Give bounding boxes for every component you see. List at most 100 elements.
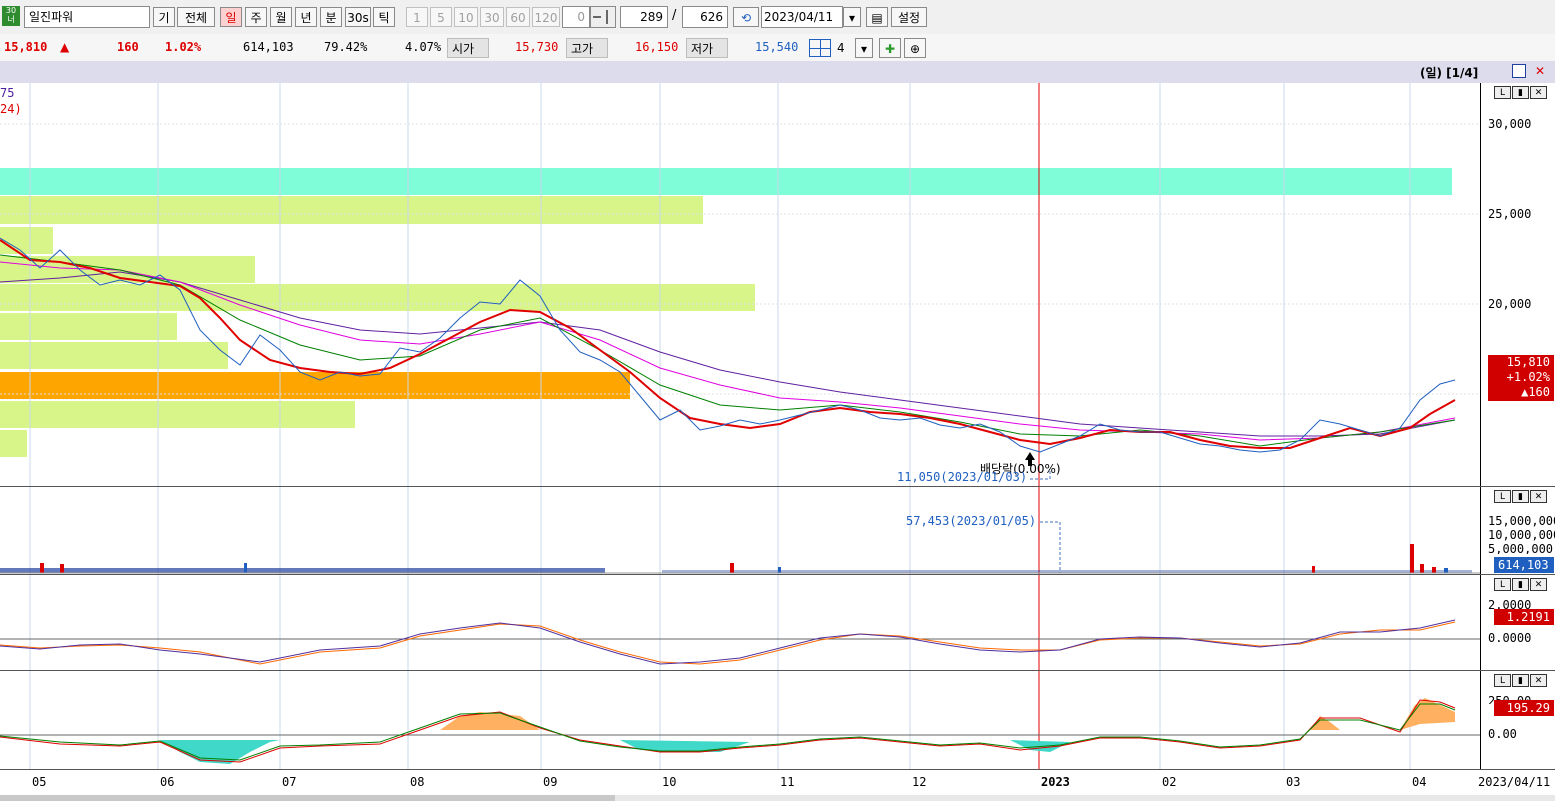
stock-code-input[interactable]: 일진파워 [24,6,150,28]
tick-30-button[interactable]: 30 [480,7,504,27]
main-toolbar: 30 너 일진파워 기 전체 일 주 월 년 분 30s 틱 1 5 10 30… [0,0,1555,35]
counter-spinner[interactable] [590,6,616,28]
panel-controls-macd[interactable]: L ▮ ✕ [1494,576,1552,591]
btn-monthly[interactable]: 월 [270,7,292,27]
tick-10-button[interactable]: 10 [454,7,478,27]
band-lime-7 [0,401,355,428]
ratio-2: 4.07% [405,40,442,54]
osc-tick-0: 0.00 [1488,727,1517,741]
x-label-05: 05 [32,775,47,789]
macd-line [0,619,1456,665]
tick-button-group: 1 5 10 30 60 120 [406,7,560,27]
save-icon[interactable]: ▤ [866,7,888,27]
panel-controls-price[interactable]: L ▮ ✕ [1494,84,1552,99]
price-tick-30000: 30,000 [1488,117,1532,131]
volume-bars [0,544,1472,573]
btn-tick[interactable]: 틱 [373,7,395,27]
volume-tag: 614,103 [1494,557,1554,573]
macd-signal-line [0,621,1456,665]
axis-area [1480,83,1555,769]
tick-120-button[interactable]: 120 [532,7,560,27]
btn-minute[interactable]: 분 [320,7,342,27]
panel-controls-volume[interactable]: L ▮ ✕ [1494,488,1552,503]
btn-gi[interactable]: 기 [153,7,175,27]
osc-tag: 195.29 [1494,700,1554,716]
btn-daily[interactable]: 일 [220,7,242,27]
date-input[interactable]: 2023/04/11 [761,6,843,28]
band-lime-4 [0,284,755,311]
period-label: (일) [1/4] [1420,66,1479,80]
price-tag-pct: +1.02% [1506,370,1550,384]
total-count-input[interactable]: 626 [682,6,728,28]
osc-positive-fill-3 [1400,698,1455,730]
volume-annotation-line [1040,521,1061,573]
ratio-1: 79.42% [324,40,368,54]
view-count-input[interactable]: 289 [620,6,668,28]
spin-bar-icon [606,10,608,24]
chart-svg[interactable] [0,83,1480,775]
x-label-07: 07 [282,775,297,789]
btn-all[interactable]: 전체 [177,7,215,27]
price-tick-20000: 20,000 [1488,297,1532,311]
macd-tag: 1.2191 [1494,609,1554,625]
btn-weekly[interactable]: 주 [245,7,267,27]
price-tag-value: 15,810 [1506,355,1550,369]
volume-tick-15m: 15,000,000 [1488,514,1555,528]
x-label-06: 06 [160,775,175,789]
high-label: 고가 [566,38,608,58]
band-orange [0,372,630,399]
x-end-date: 2023/04/11 [1478,775,1551,789]
legend-line-2: 24) [0,102,22,116]
band-cyan [0,168,1452,195]
band-lime-2 [0,227,53,254]
x-label-11: 11 [780,775,795,789]
price-tag: 15,810 +1.02% ▲160 [1488,355,1554,401]
volume-tick-5m: 5,000,000 [1488,542,1554,554]
x-label-04: 04 [1412,775,1427,789]
layout-count[interactable]: 4 [837,41,845,55]
current-price: 15,810 [4,40,48,54]
macd-tick-0: 0.0000 [1488,631,1532,645]
btn-30s[interactable]: 30s [345,7,371,27]
volume-note: 57,453(2023/01/05) [906,514,1037,528]
date-dropdown-icon[interactable]: ▾ [843,7,861,27]
price-tag-change: ▲160 [1521,385,1550,399]
x-label-02: 02 [1162,775,1177,789]
band-lime-5 [0,313,177,340]
btn-yearly[interactable]: 년 [295,7,317,27]
horizontal-scrollbar[interactable] [0,795,1555,801]
settings-button[interactable]: 설정 [891,7,927,27]
refresh-chart-icon[interactable]: ⟲ [733,7,759,27]
x-label-03: 03 [1286,775,1301,789]
tick-5-button[interactable]: 5 [430,7,452,27]
layout-dropdown-icon[interactable]: ▾ [855,38,873,58]
panel-controls-osc[interactable]: L ▮ ✕ [1494,672,1552,687]
separator-price-volume [0,486,1555,487]
band-lime-6 [0,342,228,369]
open-value: 15,730 [515,40,559,54]
maximize-icon[interactable] [1512,64,1526,78]
price-direction-icon: ▲ [60,40,70,54]
add-icon[interactable]: ✚ [879,38,901,58]
open-label: 시가 [447,38,489,58]
grid-layout-icon[interactable] [809,39,831,57]
volume-tick-10m: 10,000,000 [1488,528,1555,542]
x-label-2023: 2023 [1041,775,1070,789]
x-label-08: 08 [410,775,425,789]
share-icon[interactable]: ⊕ [904,38,926,58]
counter-input[interactable]: 0 [562,6,590,28]
min-price-note: 11,050(2023/01/03) [897,470,1028,484]
separator-osc-axis [0,769,1555,770]
tick-60-button[interactable]: 60 [506,7,530,27]
tick-1-button[interactable]: 1 [406,7,428,27]
market-icon[interactable]: 30 너 [2,6,20,26]
separator-macd-osc [0,670,1555,671]
scrollbar-thumb[interactable] [0,795,615,801]
volume-value: 614,103 [243,40,294,54]
price-change: 160 [117,40,139,54]
close-icon[interactable]: ✕ [1532,63,1548,79]
osc-positive-fill-1 [440,712,540,730]
quote-bar: 15,810 ▲ 160 1.02% 614,103 79.42% 4.07% … [0,34,1555,62]
count-separator: / [672,8,677,23]
spin-minus-icon [593,16,601,18]
